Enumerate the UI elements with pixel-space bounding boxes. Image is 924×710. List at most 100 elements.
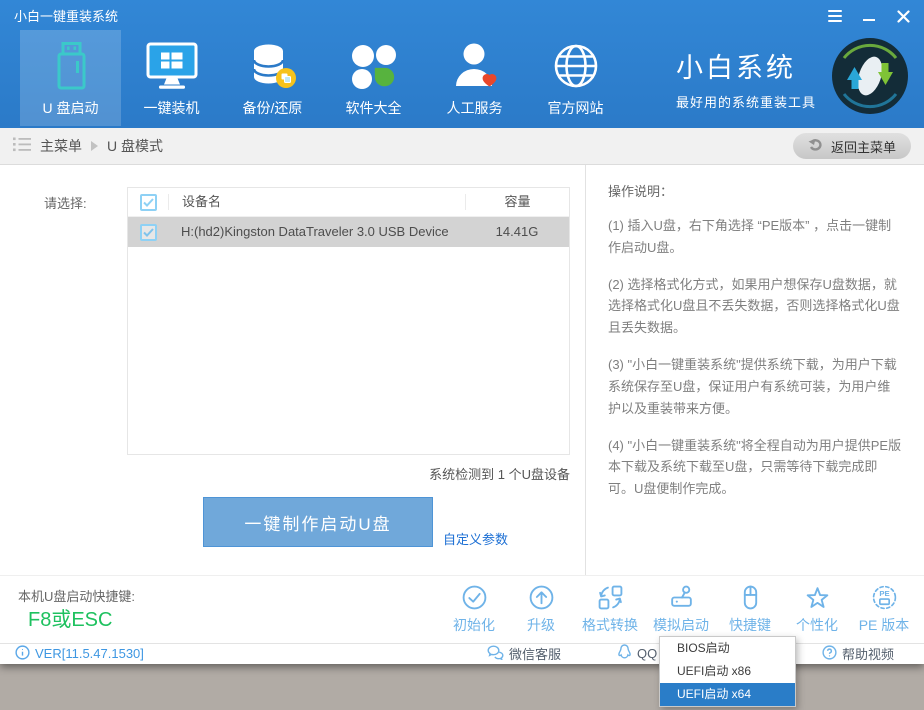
nav-label: 备份/还原 [243, 98, 303, 118]
device-name-cell: H:(hd2)Kingston DataTraveler 3.0 USB Dev… [168, 224, 465, 240]
qq-support[interactable]: QQ [617, 644, 657, 663]
select-label: 请选择: [44, 193, 87, 212]
tool-upgrade[interactable]: 升级 [515, 584, 567, 635]
popup-item-bios[interactable]: BIOS启动 [660, 637, 795, 660]
custom-params-link[interactable]: 自定义参数 [443, 529, 508, 548]
clover-apps-icon [350, 39, 398, 91]
app-title: 小白一键重装系统 [14, 6, 118, 25]
back-to-main-menu-button[interactable]: 返回主菜单 [793, 133, 911, 159]
minimize-icon[interactable] [860, 9, 878, 23]
check-circle-icon [461, 584, 488, 611]
nav-label: U 盘启动 [43, 98, 99, 118]
tool-label: 格式转换 [582, 615, 638, 635]
tool-simulate-boot[interactable]: 模拟启动 [653, 584, 709, 635]
version-text: VER[11.5.47.1530] [35, 646, 144, 661]
hotkey-value: F8或ESC [28, 603, 112, 632]
nav-label: 人工服务 [447, 98, 503, 118]
nav-label: 官方网站 [548, 98, 604, 118]
tool-pe-version[interactable]: PE PE 版本 [858, 584, 910, 635]
tool-hotkeys[interactable]: 快捷键 [724, 584, 776, 635]
tool-label: PE 版本 [859, 615, 910, 635]
version-info: VER[11.5.47.1530] [15, 644, 144, 663]
breadcrumb-current: U 盘模式 [107, 136, 163, 156]
tool-label: 快捷键 [729, 615, 771, 635]
breadcrumb: 主菜单 U 盘模式 返回主菜单 [0, 128, 924, 165]
make-boot-usb-button[interactable]: 一键制作启动U盘 [203, 497, 433, 547]
detect-status-text: 系统检测到 1 个U盘设备 [127, 464, 570, 483]
nav-label: 一键装机 [144, 98, 200, 118]
table-header: 设备名 容量 [128, 188, 569, 217]
close-icon[interactable] [894, 9, 912, 23]
table-row[interactable]: H:(hd2)Kingston DataTraveler 3.0 USB Dev… [128, 217, 569, 247]
help-videos[interactable]: 帮助视频 [822, 644, 894, 663]
column-capacity: 容量 [465, 194, 569, 210]
popup-item-uefi-x86[interactable]: UEFI启动 x86 [660, 660, 795, 683]
back-button-label: 返回主菜单 [831, 137, 896, 156]
nav-item-backup-restore[interactable]: 备份/还原 [222, 30, 323, 126]
device-pane: 请选择: 设备名 容量 [0, 165, 585, 575]
question-icon [822, 645, 837, 663]
menu-icon[interactable] [826, 9, 844, 23]
mouse-icon [737, 584, 764, 611]
instruction-step: (1) 插入U盘，右下角选择 “PE版本” ，点击一键制作启动U盘。 [608, 215, 902, 259]
select-all-checkbox[interactable] [140, 194, 157, 211]
app-window: 小白一键重装系统 U 盘启动 [0, 0, 924, 664]
main-nav: U 盘启动 一键装机 [20, 30, 924, 126]
nav-item-one-key-install[interactable]: 一键装机 [121, 30, 222, 126]
bottom-strip: 本机U盘启动快捷键: F8或ESC 初始化 升级 [0, 575, 924, 643]
monitor-icon [145, 39, 199, 91]
nav-item-official-site[interactable]: 官方网站 [525, 30, 626, 126]
nav-item-software-center[interactable]: 软件大全 [323, 30, 424, 126]
tool-label: 初始化 [453, 615, 495, 635]
help-label: 帮助视频 [842, 644, 894, 663]
qq-label: QQ [637, 646, 657, 661]
titlebar: 小白一键重装系统 [0, 0, 924, 30]
wechat-support[interactable]: 微信客服 [487, 644, 561, 663]
pe-version-icon: PE [871, 584, 898, 611]
database-backup-icon [248, 39, 298, 91]
tool-label: 个性化 [796, 615, 838, 635]
format-convert-icon [597, 584, 624, 611]
back-arrow-icon [808, 138, 824, 154]
svg-text:PE: PE [879, 589, 889, 598]
nav-label: 软件大全 [346, 98, 402, 118]
star-icon [804, 584, 831, 611]
instructions-panel: 操作说明： (1) 插入U盘，右下角选择 “PE版本” ，点击一键制作启动U盘。… [585, 165, 924, 575]
info-icon [15, 645, 30, 663]
usb-drive-icon [49, 39, 93, 91]
arrow-up-circle-icon [528, 584, 555, 611]
device-table: 设备名 容量 H:(hd2)Kingston DataTraveler 3.0 … [127, 187, 570, 455]
window-controls [826, 9, 912, 23]
joystick-icon [668, 584, 695, 611]
content: 请选择: 设备名 容量 [0, 165, 924, 575]
tool-initialize[interactable]: 初始化 [448, 584, 500, 635]
qq-icon [617, 644, 632, 663]
app-header: 小白一键重装系统 U 盘启动 [0, 0, 924, 128]
tool-label: 升级 [527, 615, 555, 635]
brand-logo-icon [830, 36, 910, 121]
breadcrumb-root[interactable]: 主菜单 [40, 136, 82, 156]
support-person-icon [450, 39, 500, 91]
nav-item-human-service[interactable]: 人工服务 [424, 30, 525, 126]
capacity-cell: 14.41G [465, 224, 569, 240]
breadcrumb-arrow-icon [91, 141, 98, 151]
wechat-label: 微信客服 [509, 644, 561, 663]
popup-item-uefi-x64[interactable]: UEFI启动 x64 [660, 683, 795, 706]
row-checkbox[interactable] [140, 224, 157, 241]
column-device-name: 设备名 [168, 194, 465, 210]
tool-label: 模拟启动 [653, 615, 709, 635]
tool-personalize[interactable]: 个性化 [791, 584, 843, 635]
instruction-step: (3) "小白一键重装系统"提供系统下载，为用户下载系统保存至U盘，保证用户有系… [608, 354, 902, 419]
instruction-step: (2) 选择格式化方式，如果用户想保存U盘数据，就选择格式化U盘且不丢失数据，否… [608, 274, 902, 339]
wechat-icon [487, 645, 504, 663]
brand-name: 小白系统 [676, 46, 816, 85]
instructions-title: 操作说明： [608, 181, 902, 200]
brand: 小白系统 最好用的系统重装工具 [676, 30, 924, 126]
tool-format-convert[interactable]: 格式转换 [582, 584, 638, 635]
toolbar: 初始化 升级 格式转换 [448, 584, 910, 635]
list-icon [13, 137, 31, 155]
instruction-step: (4) "小白一键重装系统"将全程自动为用户提供PE版本下载及系统下载至U盘，只… [608, 435, 902, 500]
globe-icon [551, 39, 601, 91]
boot-mode-popup: BIOS启动 UEFI启动 x86 UEFI启动 x64 [659, 636, 796, 707]
nav-item-usb-boot[interactable]: U 盘启动 [20, 30, 121, 126]
